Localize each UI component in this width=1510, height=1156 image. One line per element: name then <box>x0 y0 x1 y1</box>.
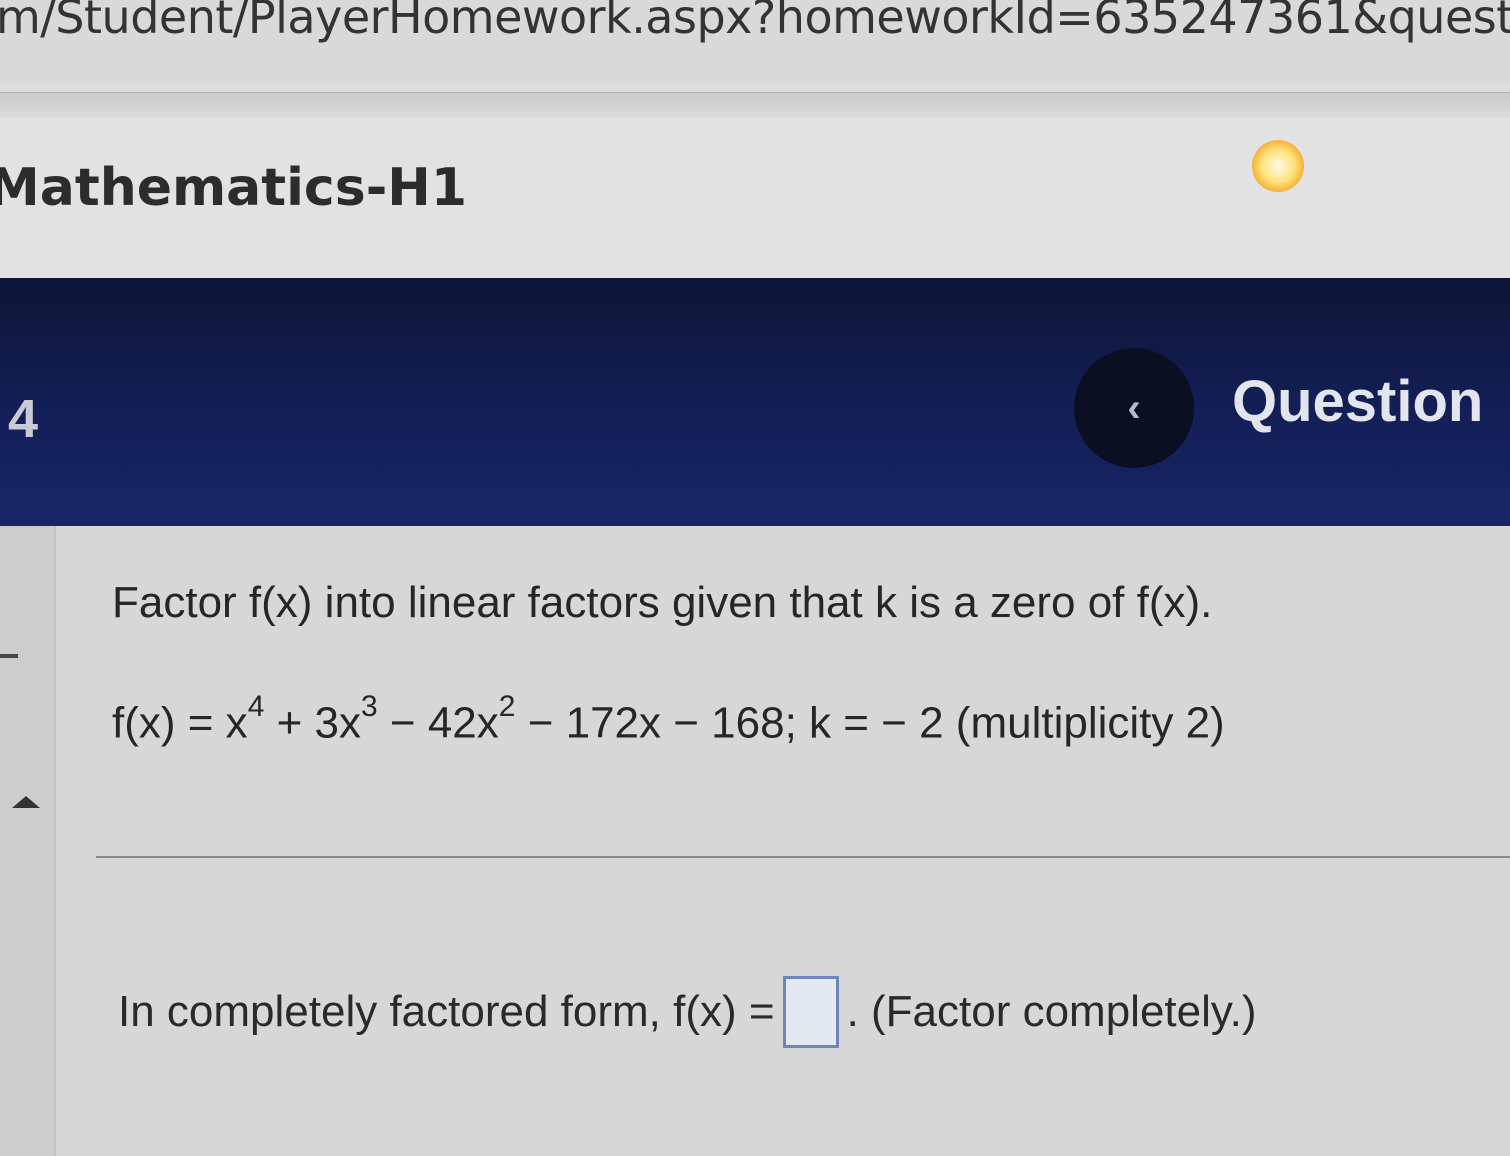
course-title: Mathematics-H1 <box>0 158 467 218</box>
problem-instruction: Factor f(x) into linear factors given th… <box>112 578 1213 627</box>
question-number: 4 <box>8 389 39 449</box>
exponent-2: 2 <box>498 690 516 723</box>
previous-question-button[interactable]: ‹ <box>1074 348 1194 468</box>
url-text[interactable]: m/Student/PlayerHomework.aspx?homeworkId… <box>0 0 1510 44</box>
course-header: Mathematics-H1 <box>0 118 1510 278</box>
exponent-4: 4 <box>247 690 265 723</box>
section-divider <box>96 856 1510 858</box>
equation-term-3x: + 3x <box>264 698 361 748</box>
equation-term-42x: − 42x <box>377 698 499 748</box>
answer-input[interactable] <box>782 976 839 1048</box>
answer-suffix: . (Factor completely.) <box>846 987 1257 1036</box>
rail-dash <box>0 654 18 658</box>
browser-address-bar[interactable]: m/Student/PlayerHomework.aspx?homeworkId… <box>0 0 1510 82</box>
chevron-left-icon: ‹ <box>1127 385 1141 430</box>
exponent-3: 3 <box>361 690 378 723</box>
question-navbar: 4 ‹ Question <box>0 278 1510 526</box>
answer-row: In completely factored form, f(x) = . (F… <box>118 976 1257 1048</box>
problem-equation: f(x) = x4 + 3x3 − 42x2 − 172x − 168; k =… <box>112 690 1225 749</box>
equation-tail: − 172x − 168; k = − 2 (multiplicity 2) <box>515 698 1225 748</box>
equation-lhs: f(x) = x <box>112 698 248 748</box>
collapse-arrow-icon[interactable] <box>12 796 40 808</box>
answer-prefix: In completely factored form, f(x) = <box>118 987 775 1036</box>
notification-light-icon <box>1252 140 1304 192</box>
left-rail <box>0 526 56 1156</box>
question-content: Factor f(x) into linear factors given th… <box>0 526 1510 1156</box>
browser-toolbar-separator <box>0 92 1510 119</box>
question-label: Question <box>1232 369 1484 434</box>
